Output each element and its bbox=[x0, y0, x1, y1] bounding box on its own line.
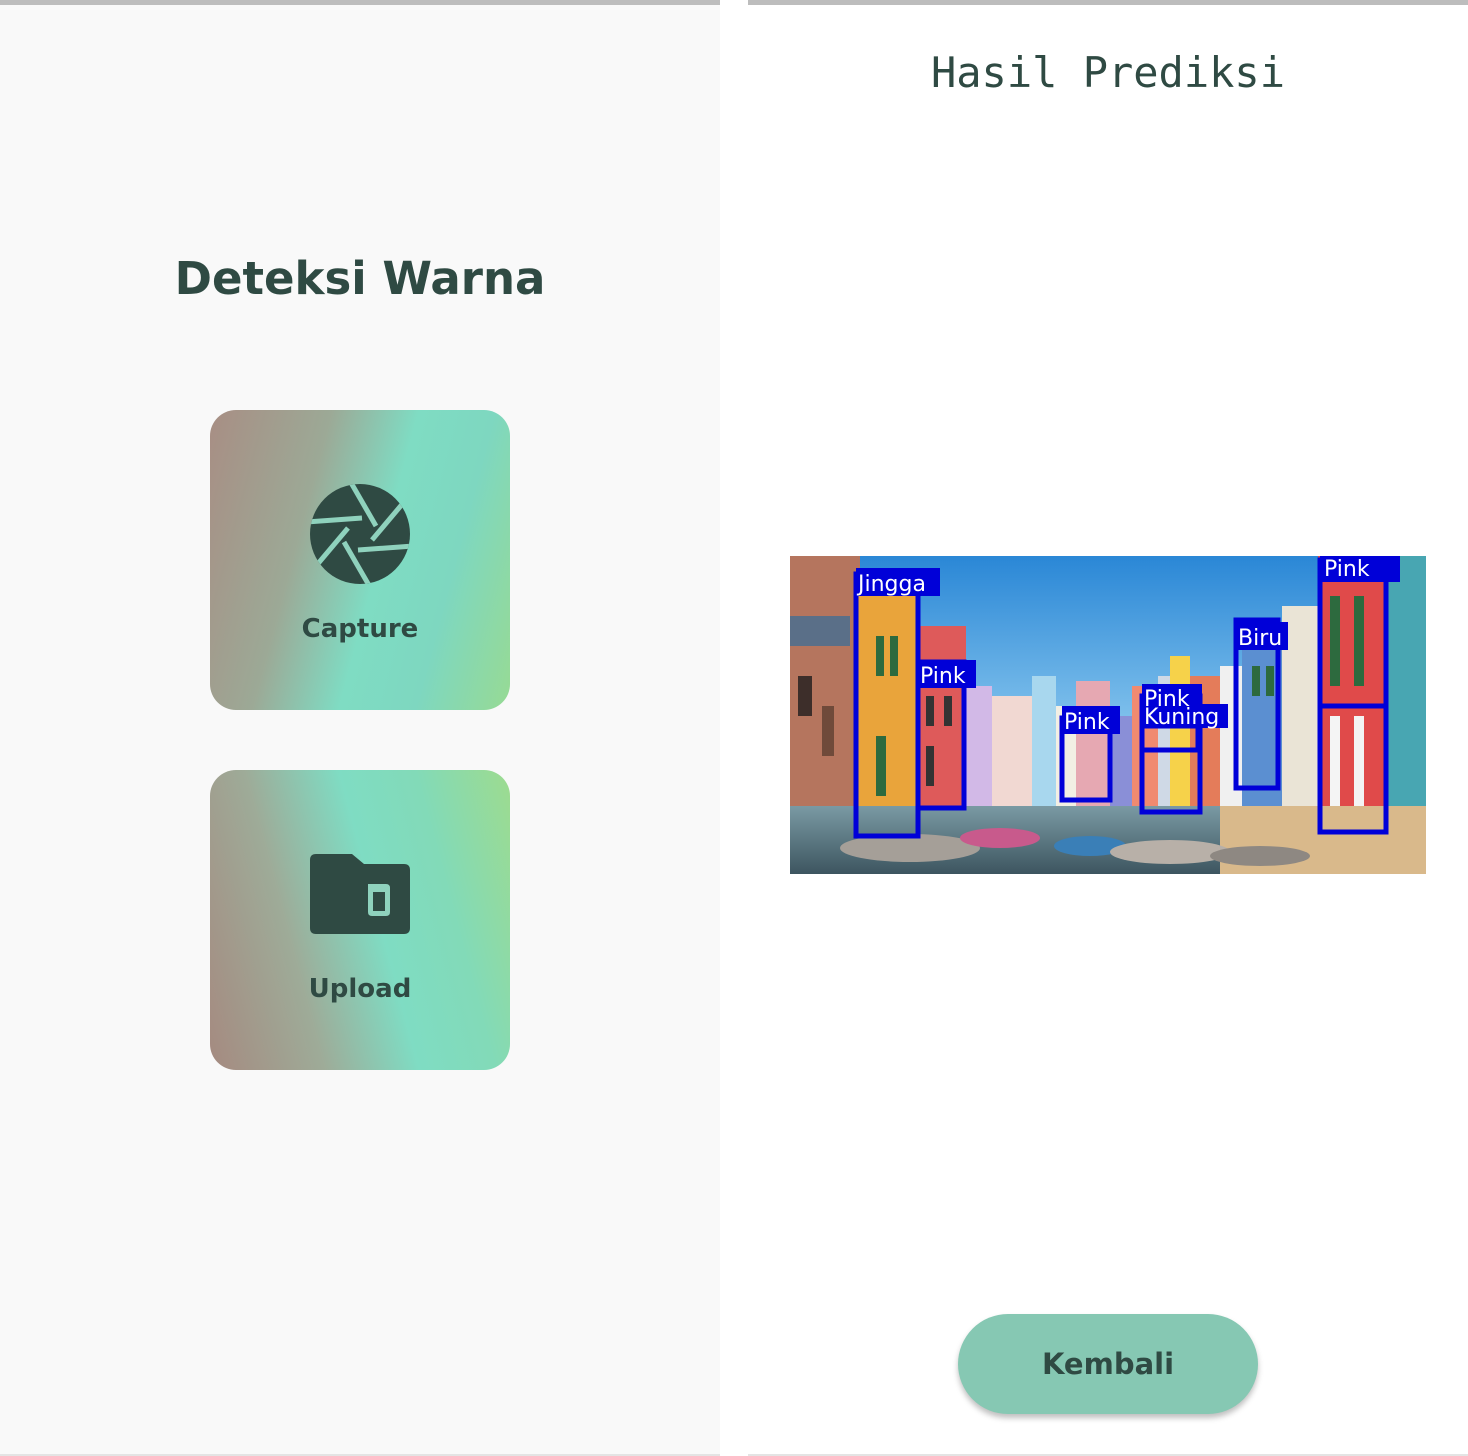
detection-label: Pink bbox=[920, 664, 966, 689]
detection-label: Pink bbox=[1324, 557, 1370, 582]
result-title: Hasil Prediksi bbox=[930, 48, 1285, 97]
camera-shutter-icon bbox=[310, 484, 410, 584]
capture-button[interactable]: Capture bbox=[210, 410, 510, 710]
upload-label: Upload bbox=[308, 974, 412, 1004]
page-title: Deteksi Warna bbox=[174, 252, 546, 305]
detection-label: Biru bbox=[1238, 626, 1282, 651]
detection-label: Pink bbox=[1144, 687, 1190, 712]
prediction-image: Jingga Pink Pink Kuning Pink Biru Pink bbox=[790, 556, 1426, 874]
home-screen: Deteksi Warna Capture Upload bbox=[0, 0, 720, 1456]
capture-label: Capture bbox=[301, 614, 419, 644]
detection-label: Jingga bbox=[856, 572, 926, 597]
folder-file-icon bbox=[310, 854, 410, 934]
upload-button[interactable]: Upload bbox=[210, 770, 510, 1070]
result-screen: Hasil Prediksi Jingga Pink Pink Kuning P… bbox=[748, 0, 1468, 1456]
status-bar bbox=[748, 0, 1468, 5]
back-button[interactable]: Kembali bbox=[958, 1314, 1258, 1414]
status-bar bbox=[0, 0, 720, 5]
screen-gap bbox=[720, 0, 748, 1456]
detection-label: Pink bbox=[1064, 710, 1110, 735]
